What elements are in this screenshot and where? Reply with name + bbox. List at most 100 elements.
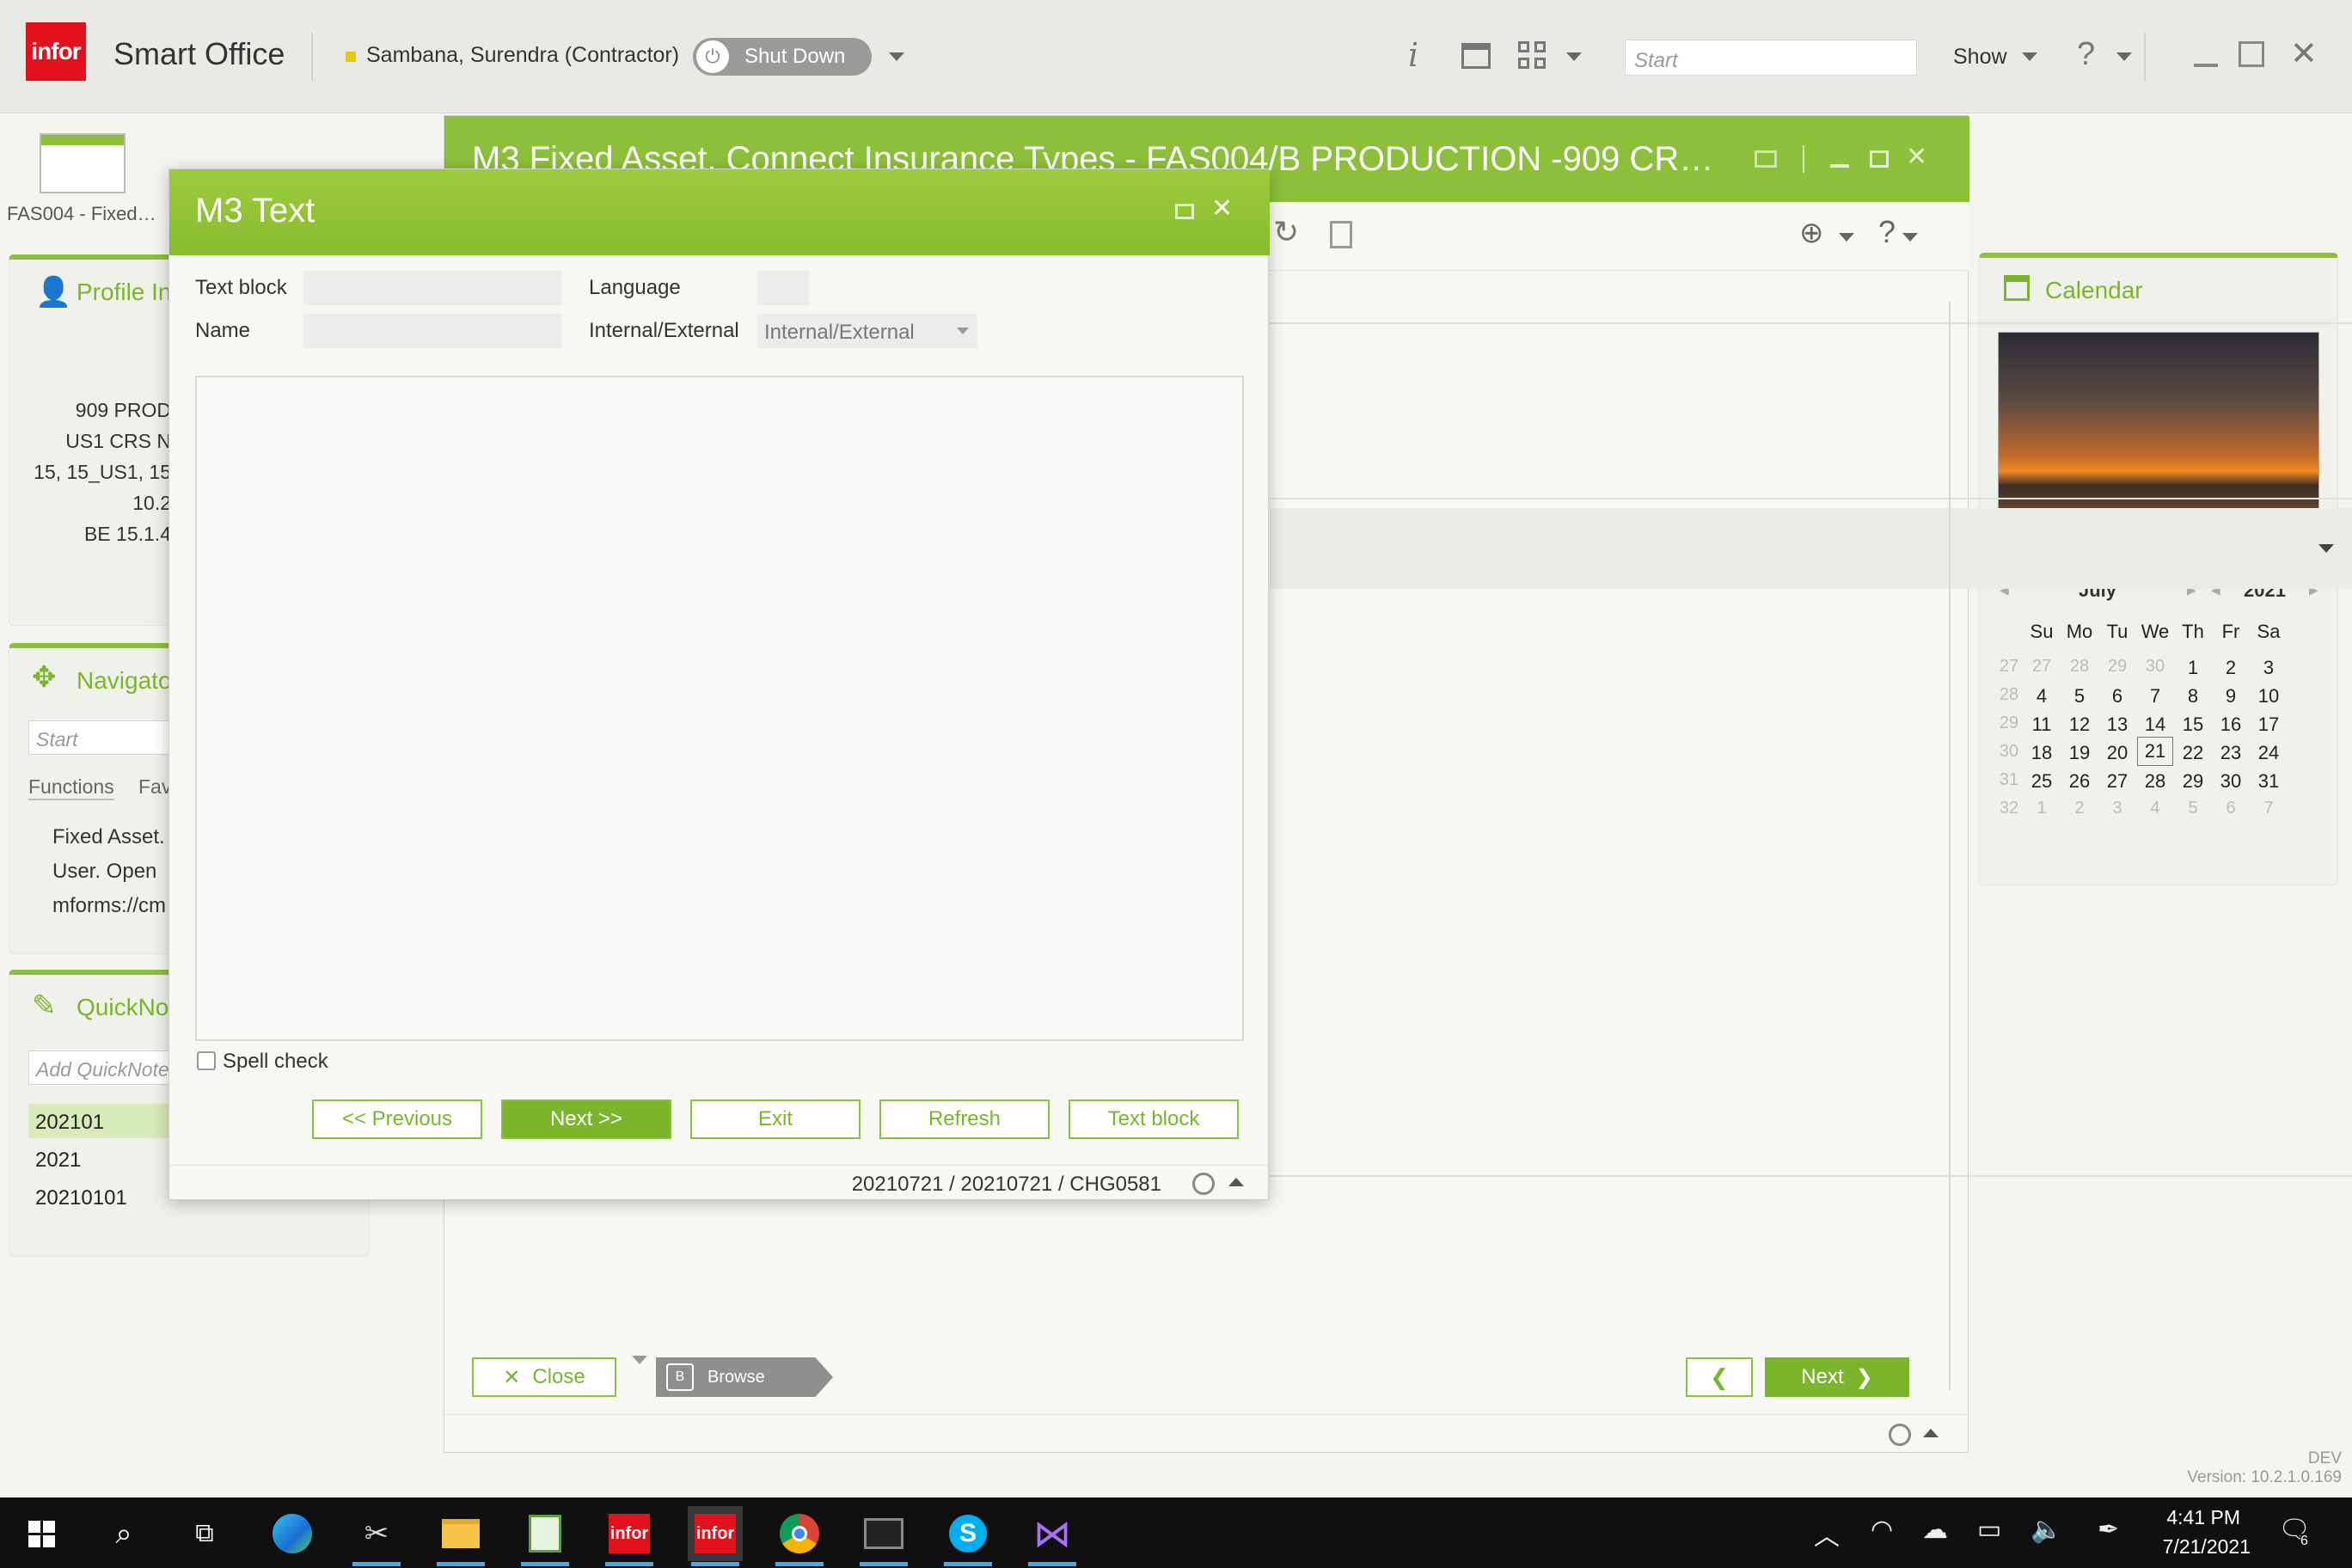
calendar-day[interactable]: 4 [2137, 799, 2173, 818]
calendar-day[interactable]: 29 [2099, 657, 2135, 677]
maximize-icon[interactable] [1870, 150, 1889, 168]
calendar-day[interactable]: 29 [2175, 770, 2211, 793]
nav-item[interactable]: mforms://cm [52, 894, 166, 918]
windows-start-icon[interactable] [14, 1506, 69, 1561]
next-button[interactable]: Next >> [501, 1099, 671, 1139]
calendar-day[interactable]: 4 [2024, 685, 2060, 707]
show-menu[interactable]: Show [1953, 45, 2007, 70]
calendar-day[interactable]: 23 [2213, 742, 2249, 764]
calendar-day[interactable]: 27 [2024, 657, 2060, 677]
spell-check-checkbox[interactable] [197, 1051, 216, 1070]
notepad-icon[interactable] [518, 1506, 573, 1566]
chevron-down-icon[interactable] [1566, 52, 1582, 61]
user-name[interactable]: Sambana, Surendra (Contractor) [366, 43, 679, 68]
calendar-day[interactable]: 6 [2099, 685, 2135, 707]
calendar-day[interactable]: 11 [2024, 714, 2060, 736]
calendar-day[interactable]: 30 [2137, 657, 2173, 677]
edge-icon[interactable] [265, 1506, 320, 1561]
terminal-icon[interactable] [856, 1506, 911, 1566]
language-field[interactable] [757, 271, 809, 305]
calendar-day[interactable]: 18 [2024, 742, 2060, 764]
calendar-day[interactable]: 3 [2251, 657, 2287, 679]
maximize-icon[interactable] [2239, 41, 2264, 67]
infor-app-icon[interactable]: infor [602, 1506, 657, 1566]
browse-panel-tag[interactable]: B Browse [656, 1357, 833, 1397]
calendar-day[interactable]: 26 [2061, 770, 2098, 793]
chevron-down-icon[interactable] [1839, 233, 1854, 242]
document-icon[interactable] [1330, 221, 1352, 248]
calendar-day[interactable]: 28 [2137, 770, 2173, 793]
calendar-day[interactable]: 14 [2137, 714, 2173, 736]
minimize-icon[interactable] [1830, 164, 1849, 168]
calendar-day[interactable]: 2 [2213, 657, 2249, 679]
text-block-button[interactable]: Text block [1069, 1099, 1239, 1139]
cloud-icon[interactable]: ☁ [1922, 1515, 1948, 1545]
scrollbar[interactable] [1949, 302, 1951, 1390]
close-icon[interactable]: ✕ [1211, 193, 1233, 224]
text-editor[interactable] [195, 376, 1244, 1041]
close-button[interactable]: ✕ Close [472, 1357, 616, 1397]
text-block-field[interactable] [303, 271, 561, 305]
zoom-icon[interactable]: ⊕ [1799, 216, 1824, 250]
chevron-up-icon[interactable] [1228, 1178, 1244, 1186]
calendar-day[interactable]: 7 [2137, 685, 2173, 707]
chevron-up-icon[interactable]: ︿ [1814, 1515, 1840, 1553]
chevron-up-icon[interactable] [1923, 1429, 1939, 1437]
skype-icon[interactable]: S [940, 1506, 995, 1566]
grid-icon[interactable] [1518, 41, 1547, 70]
minimize-icon[interactable] [2194, 64, 2218, 67]
visual-studio-icon[interactable]: ⋈ [1025, 1506, 1080, 1566]
maximize-icon[interactable] [1175, 204, 1194, 219]
calendar-day[interactable]: 2 [2061, 799, 2098, 818]
taskbar-date[interactable]: 7/21/2021 [2163, 1535, 2251, 1559]
pen-icon[interactable]: ✒ [2098, 1515, 2119, 1545]
exit-button[interactable]: Exit [690, 1099, 861, 1139]
calendar-day[interactable]: 22 [2175, 742, 2211, 764]
window-icon[interactable] [1461, 43, 1491, 69]
file-explorer-icon[interactable] [433, 1506, 488, 1566]
calendar-day[interactable]: 3 [2099, 799, 2135, 818]
search-icon[interactable]: ⌕ [96, 1506, 151, 1561]
volume-icon[interactable]: 🔈 [2030, 1515, 2062, 1545]
tab-functions[interactable]: Functions [28, 775, 114, 800]
nav-item[interactable]: User. Open [52, 860, 156, 884]
calendar-day[interactable]: 31 [2251, 770, 2287, 793]
calendar-day[interactable]: 5 [2061, 685, 2098, 707]
chevron-down-icon[interactable] [889, 52, 904, 61]
calendar-day[interactable]: 20 [2099, 742, 2135, 764]
wifi-icon[interactable]: ◠ [1871, 1515, 1893, 1545]
quicknote-item[interactable]: 2021 [35, 1148, 81, 1173]
chevron-down-icon[interactable] [2022, 52, 2037, 61]
tab-favorites[interactable]: Fav [138, 775, 171, 799]
previous-arrow-button[interactable]: ❮ [1686, 1357, 1753, 1397]
calendar-day[interactable]: 12 [2061, 714, 2098, 736]
calendar-day[interactable]: 27 [2099, 770, 2135, 793]
calendar-day[interactable]: 24 [2251, 742, 2287, 764]
help-icon[interactable]: ? [2077, 36, 2095, 73]
calendar-day[interactable]: 5 [2175, 799, 2211, 818]
internal-external-select[interactable]: Internal/External [757, 314, 977, 348]
top-search-input[interactable]: Start [1625, 40, 1917, 76]
calendar-day[interactable]: 19 [2061, 742, 2098, 764]
calendar-day[interactable]: 7 [2251, 799, 2287, 818]
calendar-day[interactable]: 10 [2251, 685, 2287, 707]
refresh-icon[interactable]: ↻ [1273, 214, 1299, 250]
paint-icon[interactable]: ✂ [349, 1506, 404, 1566]
clock-icon[interactable] [1889, 1424, 1911, 1446]
calendar-day[interactable]: 30 [2213, 770, 2249, 793]
calendar-day[interactable]: 13 [2099, 714, 2135, 736]
calendar-day[interactable]: 16 [2213, 714, 2249, 736]
popout-icon[interactable] [1755, 150, 1777, 168]
calendar-day[interactable]: 15 [2175, 714, 2211, 736]
task-label[interactable]: FAS004 - Fixed… [7, 203, 156, 225]
help-icon[interactable]: ? [1878, 214, 1896, 250]
close-icon[interactable]: ✕ [1906, 142, 1927, 172]
infor-app-icon[interactable]: infor [688, 1506, 743, 1566]
chevron-down-icon[interactable] [2318, 544, 2334, 553]
chevron-down-icon[interactable] [1902, 233, 1918, 242]
calendar-day[interactable]: 17 [2251, 714, 2287, 736]
calendar-day[interactable]: 21 [2137, 737, 2173, 766]
calendar-day[interactable]: 8 [2175, 685, 2211, 707]
task-thumbnail[interactable] [40, 133, 126, 193]
close-icon[interactable]: ✕ [2290, 34, 2318, 73]
